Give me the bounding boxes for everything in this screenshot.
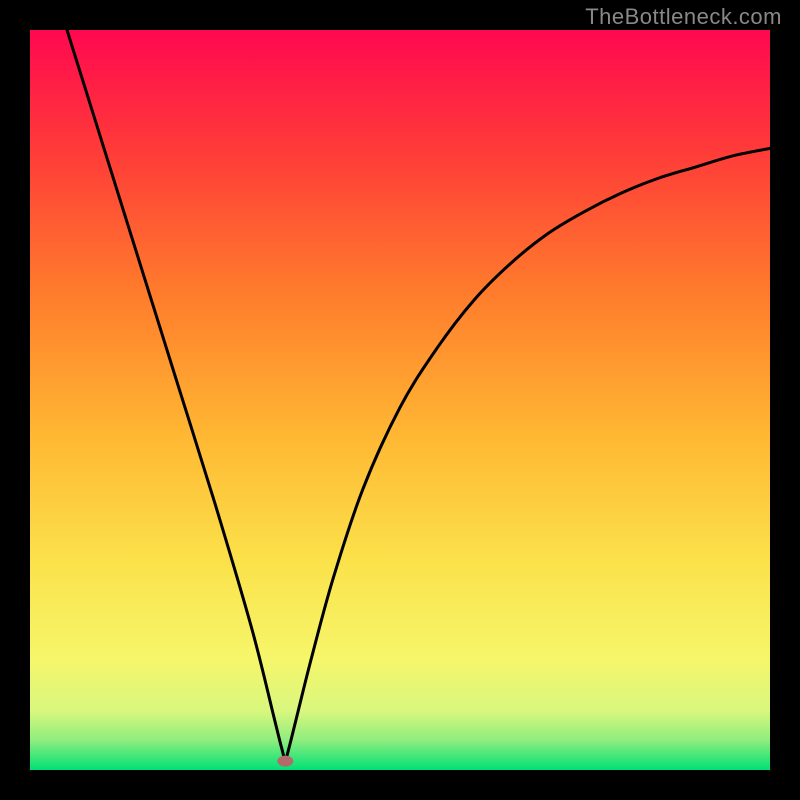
chart-svg [30, 30, 770, 770]
chart-outer-frame: TheBottleneck.com [0, 0, 800, 800]
curve-marker-icon [277, 756, 293, 767]
gradient-rect [30, 30, 770, 770]
plot-area [30, 30, 770, 770]
watermark-text: TheBottleneck.com [585, 4, 782, 30]
